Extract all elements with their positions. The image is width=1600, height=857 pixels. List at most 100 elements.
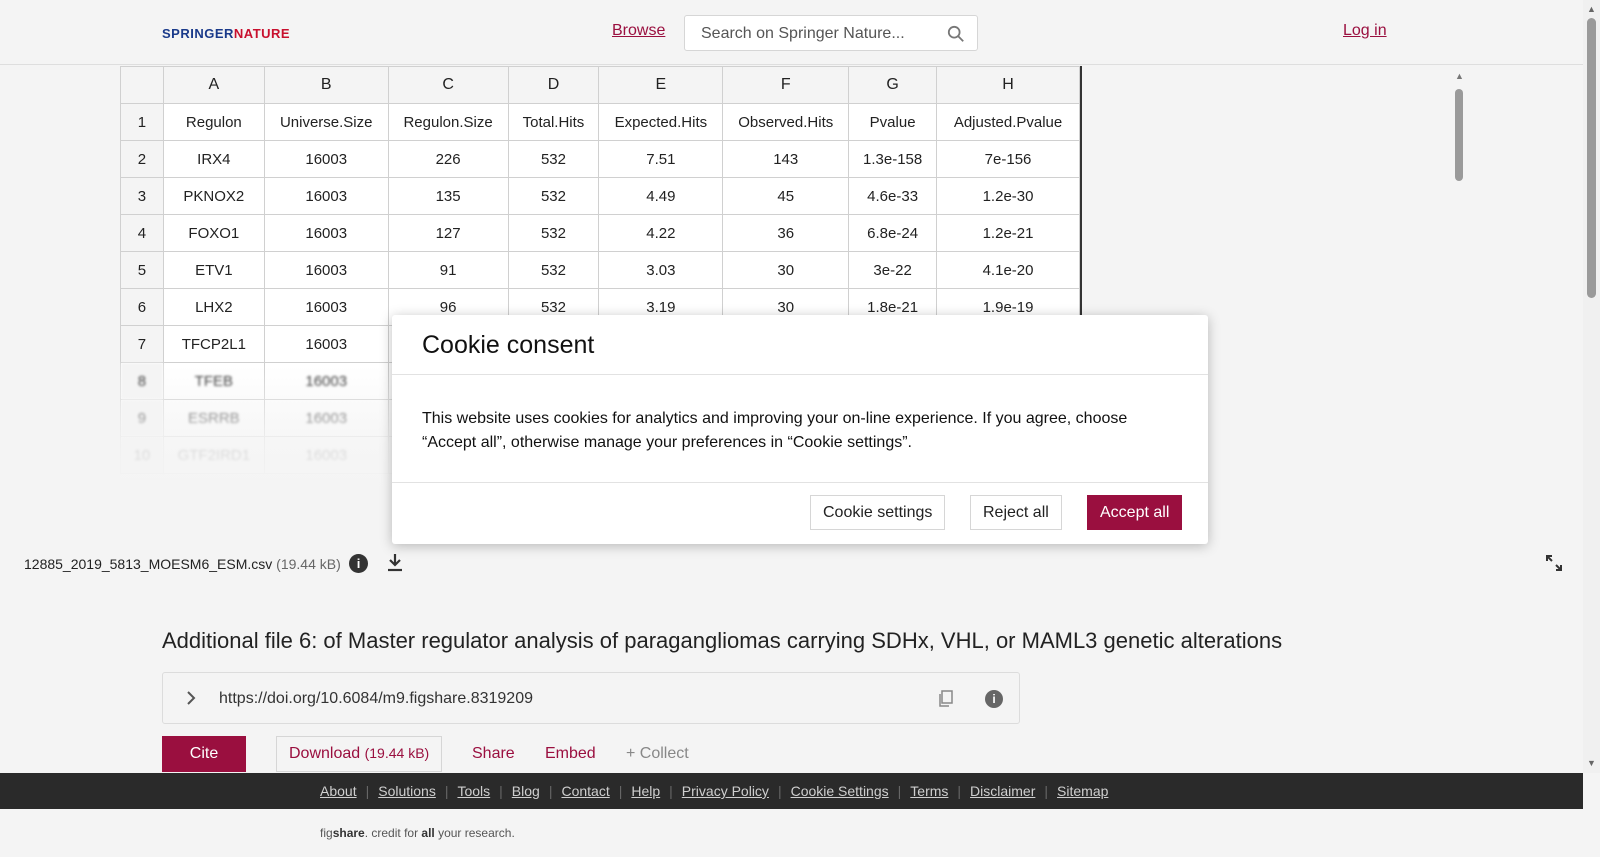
search-box (684, 15, 978, 51)
copy-icon[interactable] (938, 690, 954, 708)
footer-separator: | (897, 783, 902, 799)
footer-link-help[interactable]: Help (631, 783, 660, 799)
table-cell: 16003 (263, 288, 389, 326)
table-cell: 532 (507, 214, 600, 252)
table-cell: 3e-22 (848, 251, 938, 289)
table-cell: Adjusted.Pvalue (936, 103, 1080, 141)
table-cell: 1.2e-21 (936, 214, 1080, 252)
search-icon[interactable] (947, 25, 965, 43)
column-header: B (263, 66, 389, 104)
table-row: 2 IRX4 16003 226 532 7.51 143 1.3e-158 7e-156 (120, 140, 1080, 178)
embed-link[interactable]: Embed (545, 745, 596, 763)
row-number: 3 (120, 177, 164, 215)
login-link[interactable]: Log in (1343, 22, 1387, 40)
page-scroll-thumb[interactable] (1587, 18, 1596, 298)
table-cell: 4.6e-33 (848, 177, 938, 215)
column-header: F (722, 66, 850, 104)
footer-link-disclaimer[interactable]: Disclaimer (970, 783, 1035, 799)
page-scroll-down-icon[interactable]: ▼ (1587, 758, 1596, 768)
footer-bar: About | Solutions | Tools | Blog | Contact | Help |… (0, 773, 1583, 809)
table-cell: Regulon (162, 103, 265, 141)
table-cell: 16003 (263, 177, 389, 215)
scroll-up-icon[interactable]: ▲ (1455, 71, 1464, 81)
info-icon[interactable]: i (349, 554, 368, 573)
table-cell: 16003 (263, 251, 389, 289)
table-cell: 36 (722, 214, 850, 252)
footer-link-solutions[interactable]: Solutions (378, 783, 436, 799)
search-input[interactable] (699, 24, 929, 44)
download-button[interactable]: Download (19.44 kB) (276, 736, 443, 772)
file-bar: 12885_2019_5813_MOESM6_ESM.csv (19.44 kB… (0, 540, 1583, 582)
table-cell: Regulon.Size (387, 103, 509, 141)
column-header: A (162, 66, 265, 104)
row-number: 1 (120, 103, 164, 141)
footer-separator: | (1044, 783, 1049, 799)
file-size: (19.44 kB) (276, 556, 341, 572)
footer-link-blog[interactable]: Blog (512, 783, 540, 799)
footer-separator: | (499, 783, 503, 799)
table-cell: 6.8e-24 (848, 214, 938, 252)
page-scrollbar[interactable]: ▲ ▼ (1583, 0, 1600, 773)
accept-all-button[interactable]: Accept all (1087, 495, 1183, 530)
dialog-body: This website uses cookies for analytics … (392, 375, 1208, 483)
action-bar: Cite Download (19.44 kB) Share Embed + C… (162, 736, 1062, 772)
table-cell: 532 (507, 177, 600, 215)
doi-box: https://doi.org/10.6084/m9.figshare.8319… (162, 672, 1020, 724)
cookie-settings-button[interactable]: Cookie settings (810, 495, 946, 530)
table-row: 3 PKNOX2 16003 135 532 4.49 45 4.6e-33 1.2e-30 (120, 177, 1080, 215)
table-cell: Total.Hits (507, 103, 600, 141)
table-cell: 1.3e-158 (848, 140, 938, 178)
table-cell: ETV1 (162, 251, 265, 289)
column-header: D (507, 66, 600, 104)
table-cell: 7e-156 (936, 140, 1080, 178)
download-icon[interactable] (386, 553, 404, 573)
table-cell: 532 (507, 251, 600, 289)
table-cell: Expected.Hits (598, 103, 724, 141)
row-number: 7 (120, 325, 164, 363)
footer-link-sitemap[interactable]: Sitemap (1057, 783, 1108, 799)
table-row: 4 FOXO1 16003 127 532 4.22 36 6.8e-24 1.2e-21 (120, 214, 1080, 252)
preview-scrollbar[interactable]: ▲ (1452, 71, 1466, 439)
table-cell: 45 (722, 177, 850, 215)
reject-all-button[interactable]: Reject all (970, 495, 1062, 530)
table-cell: 3.03 (598, 251, 724, 289)
cite-button[interactable]: Cite (162, 736, 246, 772)
dialog-footer: Cookie settings Reject all Accept all (392, 483, 1208, 543)
doi-info-icon[interactable]: i (985, 690, 1003, 708)
table-cell: IRX4 (162, 140, 265, 178)
preview-scroll-thumb[interactable] (1455, 89, 1463, 181)
chevron-right-icon[interactable] (183, 690, 199, 706)
row-number: 2 (120, 140, 164, 178)
column-header-row: A B C D E F G H (120, 66, 1080, 104)
footer-separator: | (618, 783, 623, 799)
table-cell: 16003 (263, 140, 389, 178)
table-cell: 4.22 (598, 214, 724, 252)
footer-separator: | (365, 783, 370, 799)
footer-link-contact[interactable]: Contact (561, 783, 609, 799)
footer-separator: | (777, 783, 782, 799)
column-header: C (387, 66, 509, 104)
dialog-text: This website uses cookies for analytics … (422, 410, 1128, 451)
browse-link[interactable]: Browse (612, 22, 665, 40)
collect-link[interactable]: + Collect (626, 745, 689, 763)
table-cell: 143 (722, 140, 850, 178)
footer-link-cookie-settings[interactable]: Cookie Settings (791, 783, 889, 799)
table-cell: PKNOX2 (162, 177, 265, 215)
row-number: 6 (120, 288, 164, 326)
fullscreen-icon[interactable] (1546, 555, 1562, 571)
doi-link[interactable]: https://doi.org/10.6084/m9.figshare.8319… (219, 690, 533, 708)
table-cell: 4.1e-20 (936, 251, 1080, 289)
table-cell: 532 (507, 140, 600, 178)
page-scroll-up-icon[interactable]: ▲ (1587, 4, 1596, 14)
footer-link-about[interactable]: About (320, 783, 357, 799)
springer-nature-logo[interactable]: SPRINGERNATURE (162, 26, 290, 41)
footer-link-tools[interactable]: Tools (457, 783, 490, 799)
footer-tagline: figshare. credit for all your research. (320, 826, 515, 840)
footer-link-terms[interactable]: Terms (910, 783, 948, 799)
table-row: 1 Regulon Universe.Size Regulon.Size Total.H… (120, 103, 1080, 141)
table-cell: 1.2e-30 (936, 177, 1080, 215)
dialog-title: Cookie consent (422, 331, 595, 359)
table-cell: 226 (387, 140, 509, 178)
footer-link-privacy-policy[interactable]: Privacy Policy (682, 783, 769, 799)
share-link[interactable]: Share (472, 745, 515, 763)
